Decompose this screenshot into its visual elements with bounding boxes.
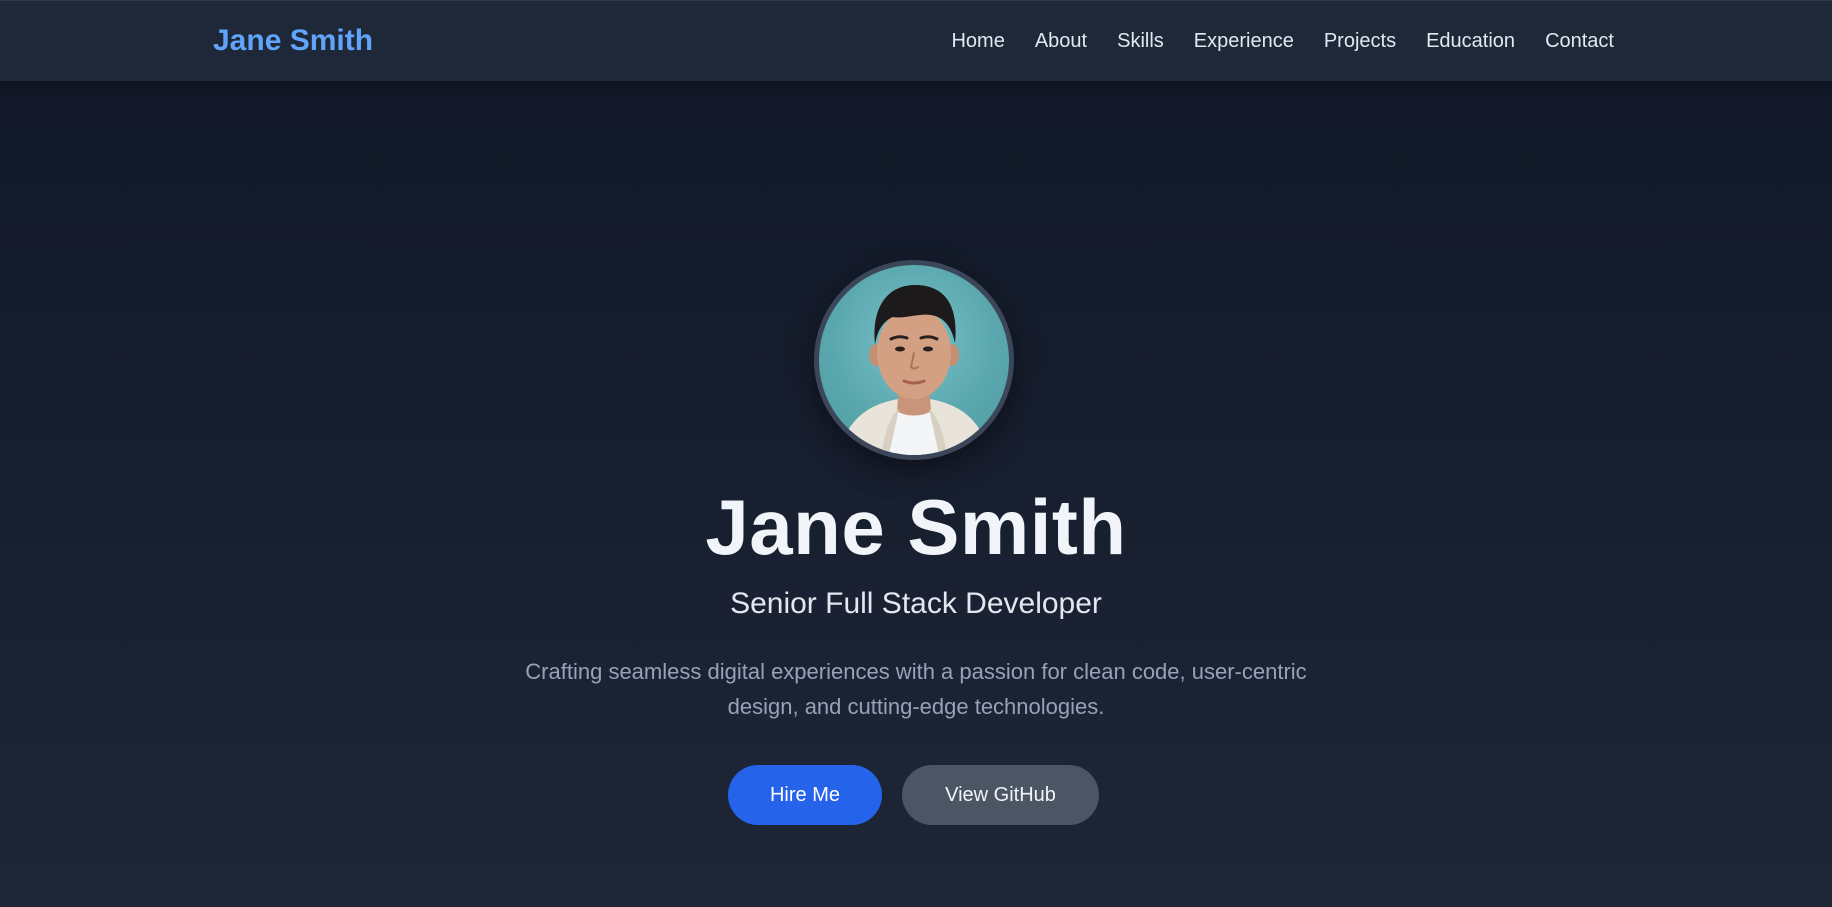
hero-name: Jane Smith [705,483,1127,571]
view-github-button[interactable]: View GitHub [902,765,1099,825]
nav-link-education[interactable]: Education [1426,30,1515,52]
nav-item-education: Education [1426,27,1515,55]
profile-photo-illustration [839,285,989,455]
nav-item-projects: Projects [1324,27,1396,55]
nav-links: Home About Skills Experience Projects Ed… [951,27,1614,55]
nav-link-home[interactable]: Home [951,30,1004,52]
nav-item-experience: Experience [1194,27,1294,55]
hire-me-button[interactable]: Hire Me [728,765,882,825]
profile-avatar [814,260,1014,460]
nav-link-contact[interactable]: Contact [1545,30,1614,52]
nav-link-projects[interactable]: Projects [1324,30,1396,52]
nav-link-skills[interactable]: Skills [1117,30,1164,52]
nav-item-skills: Skills [1117,27,1164,55]
nav-item-home: Home [951,27,1004,55]
nav-link-about[interactable]: About [1035,30,1087,52]
nav-link-experience[interactable]: Experience [1194,30,1294,52]
navbar: Jane Smith Home About Skills Experience … [0,0,1832,81]
hero-description: Crafting seamless digital experiences wi… [525,659,1307,719]
nav-item-about: About [1035,27,1087,55]
hero-job-title: Senior Full Stack Developer [730,587,1102,620]
hero-section: Jane Smith Senior Full Stack Developer C… [0,81,1832,907]
nav-item-contact: Contact [1545,27,1614,55]
brand-logo-link[interactable]: Jane Smith [213,22,373,60]
